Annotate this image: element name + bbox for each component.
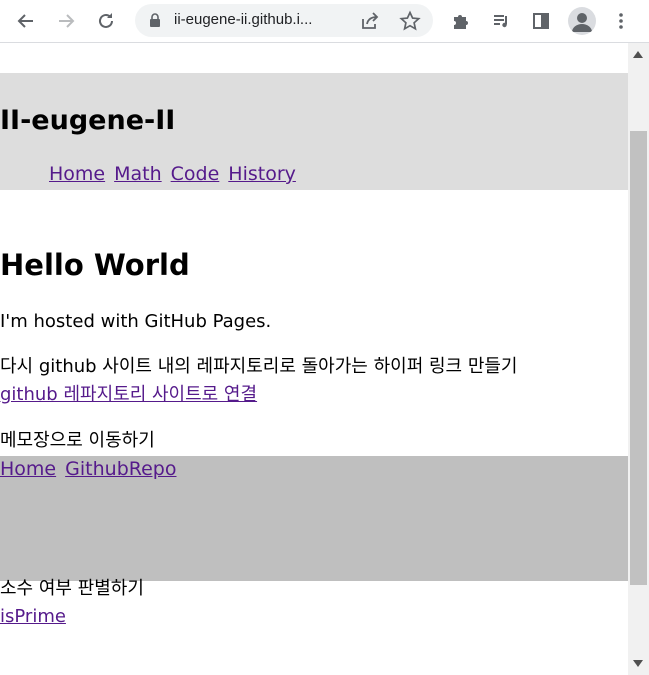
vertical-scrollbar[interactable] bbox=[628, 43, 649, 675]
scroll-thumb[interactable] bbox=[630, 131, 647, 585]
site-title: II-eugene-II bbox=[0, 105, 176, 136]
nav-math-link[interactable]: Math bbox=[114, 163, 162, 185]
overlay-home-link[interactable]: Home bbox=[0, 458, 56, 480]
isprime-link[interactable]: isPrime bbox=[0, 606, 66, 627]
overlay-nav: Home GithubRepo bbox=[0, 456, 628, 581]
back-arrow-icon bbox=[17, 14, 33, 28]
hosted-text: I'm hosted with GitHub Pages. bbox=[0, 311, 272, 332]
memo-text: 메모장으로 이동하기 bbox=[0, 430, 155, 451]
side-panel-icon bbox=[533, 13, 549, 29]
reading-list-button[interactable] bbox=[486, 6, 516, 36]
repo-intro-text: 다시 github 사이트 내의 레파지토리로 돌아가는 하이퍼 링크 만들기 bbox=[0, 356, 518, 377]
lock-icon bbox=[147, 12, 163, 28]
overlay-githubrepo-link[interactable]: GithubRepo bbox=[65, 458, 176, 480]
extensions-puzzle-icon bbox=[454, 15, 468, 29]
forward-arrow-icon bbox=[59, 14, 75, 28]
profile-icon[interactable] bbox=[568, 7, 596, 35]
forward-button[interactable] bbox=[51, 6, 81, 36]
side-panel-button[interactable] bbox=[526, 6, 556, 36]
page-heading: Hello World bbox=[0, 248, 190, 282]
scroll-up-icon[interactable] bbox=[633, 51, 643, 58]
address-bar[interactable]: ii-eugene-ii.github.i... bbox=[135, 4, 433, 37]
repo-link[interactable]: github 레파지토리 사이트로 연결 bbox=[0, 384, 257, 405]
back-button[interactable] bbox=[11, 6, 41, 36]
share-icon[interactable] bbox=[359, 10, 381, 32]
star-icon[interactable] bbox=[399, 10, 421, 32]
scroll-down-icon[interactable] bbox=[633, 660, 643, 667]
nav-code-link[interactable]: Code bbox=[171, 163, 220, 185]
browser-toolbar: ii-eugene-ii.github.i... bbox=[0, 0, 649, 43]
browser-menu-button[interactable] bbox=[606, 6, 636, 36]
nav-history-link[interactable]: History bbox=[228, 163, 296, 185]
site-nav: Home Math Code History bbox=[49, 163, 305, 185]
nav-home-link[interactable]: Home bbox=[49, 163, 105, 185]
kebab-menu-icon bbox=[619, 13, 623, 29]
prime-text: 소수 여부 판별하기 bbox=[0, 578, 144, 599]
reload-icon bbox=[99, 13, 113, 28]
extensions-button[interactable] bbox=[446, 6, 476, 36]
reading-list-icon bbox=[494, 15, 507, 28]
reload-button[interactable] bbox=[91, 6, 121, 36]
page-viewport: II-eugene-II Home Math Code History Hello W… bbox=[0, 43, 628, 675]
